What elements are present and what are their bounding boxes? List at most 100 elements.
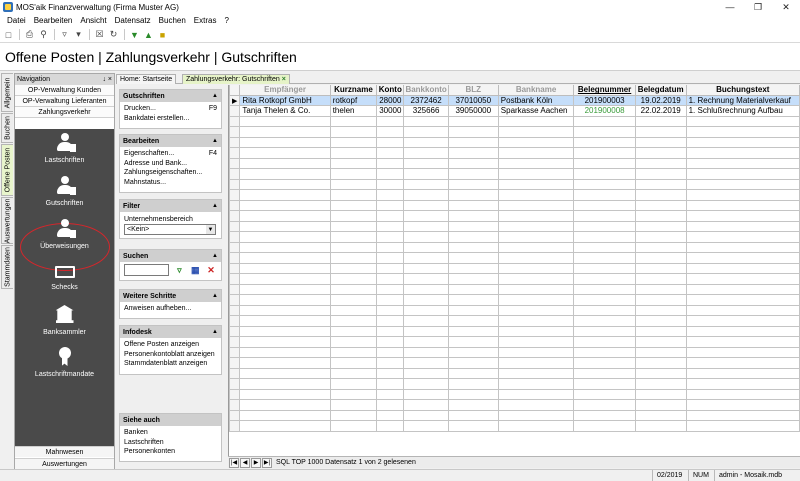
cell-bankname[interactable] <box>497 115 575 127</box>
table-row[interactable] <box>229 409 800 421</box>
cell-bankkonto[interactable]: 2372462 <box>403 94 449 106</box>
row-selector[interactable] <box>229 283 241 295</box>
table-row[interactable] <box>229 378 800 390</box>
cell-bankname[interactable] <box>497 262 575 274</box>
cell-bankkonto[interactable] <box>403 136 449 148</box>
cell-empfaenger[interactable] <box>239 378 331 390</box>
cell-konto[interactable] <box>376 241 405 253</box>
row-selector[interactable] <box>229 273 241 285</box>
col-konto[interactable]: Konto <box>376 85 405 96</box>
vtab-offene-posten[interactable]: Offene Posten <box>1 144 13 196</box>
table-row[interactable]: Tanja Thelen & Co. thelen 30000 325666 39050… <box>229 105 800 117</box>
cell-buchungstext[interactable] <box>685 325 800 337</box>
cell-bankname[interactable] <box>497 189 575 201</box>
nav-auswertungen[interactable]: Auswertungen <box>15 458 114 469</box>
menu-datei[interactable]: Datei <box>3 16 30 25</box>
cell-konto[interactable] <box>376 252 405 264</box>
table-row[interactable] <box>229 147 800 159</box>
cell-belegdatum[interactable] <box>634 294 687 306</box>
row-selector[interactable] <box>229 252 241 264</box>
lock-icon[interactable]: ■ <box>156 28 169 41</box>
cell-blz[interactable] <box>447 136 499 148</box>
table-row[interactable] <box>229 136 800 148</box>
cell-empfaenger[interactable]: Rita Rotkopf GmbH <box>239 94 331 106</box>
cell-bankname[interactable] <box>497 199 575 211</box>
cell-kurzname[interactable] <box>329 147 378 159</box>
cell-belegdatum[interactable] <box>634 168 687 180</box>
cell-belegdatum[interactable] <box>634 189 687 201</box>
cell-belegnummer[interactable] <box>573 115 636 127</box>
row-selector[interactable] <box>229 157 241 169</box>
cell-konto[interactable] <box>376 178 405 190</box>
cell-empfaenger[interactable] <box>239 220 331 232</box>
close-button[interactable]: ✕ <box>772 0 800 14</box>
menu-buchen[interactable]: Buchen <box>155 16 190 25</box>
cell-blz[interactable] <box>447 210 499 222</box>
row-selector[interactable] <box>229 420 241 432</box>
cell-belegdatum[interactable] <box>634 273 687 285</box>
cell-kurzname[interactable] <box>329 220 378 232</box>
cell-empfaenger[interactable] <box>239 304 331 316</box>
vtab-stammdaten[interactable]: Stammdaten <box>1 245 13 289</box>
cell-kurzname[interactable] <box>329 346 378 358</box>
cell-konto[interactable]: 30000 <box>376 105 405 117</box>
cell-bankname[interactable] <box>497 210 575 222</box>
cell-blz[interactable] <box>447 126 499 138</box>
cell-empfaenger[interactable] <box>239 399 331 411</box>
table-row[interactable] <box>229 199 800 211</box>
cell-belegdatum[interactable] <box>634 325 687 337</box>
cell-buchungstext[interactable] <box>685 231 800 243</box>
cell-buchungstext[interactable] <box>685 168 800 180</box>
cell-belegnummer[interactable] <box>573 220 636 232</box>
cell-belegdatum[interactable] <box>634 399 687 411</box>
cell-bankname[interactable] <box>497 357 575 369</box>
cell-buchungstext[interactable] <box>685 273 800 285</box>
vtab-auswertungen[interactable]: Auswertungen <box>1 197 13 244</box>
cell-empfaenger[interactable] <box>239 346 331 358</box>
cell-bankkonto[interactable] <box>403 199 449 211</box>
cell-blz[interactable] <box>447 420 499 432</box>
cell-belegdatum[interactable] <box>634 231 687 243</box>
nav-zahlungsverkehr[interactable]: Zahlungsverkehr <box>15 107 114 118</box>
cell-belegnummer[interactable] <box>573 168 636 180</box>
table-row[interactable] <box>229 168 800 180</box>
row-selector[interactable] <box>229 336 241 348</box>
cell-belegdatum[interactable] <box>634 252 687 264</box>
cell-konto[interactable] <box>376 273 405 285</box>
cell-buchungstext[interactable]: 1. Rechnung Materialverkauf <box>685 94 800 106</box>
task-bankdatei[interactable]: Bankdatei erstellen... <box>124 114 217 124</box>
cell-buchungstext[interactable] <box>685 157 800 169</box>
row-selector[interactable] <box>229 115 241 127</box>
cell-empfaenger[interactable] <box>239 367 331 379</box>
cell-buchungstext[interactable] <box>685 147 800 159</box>
cell-belegnummer[interactable] <box>573 367 636 379</box>
cell-konto[interactable] <box>376 210 405 222</box>
cell-buchungstext[interactable] <box>685 346 800 358</box>
previous-record-icon[interactable]: ◀ <box>240 457 250 468</box>
cell-empfaenger[interactable] <box>239 168 331 180</box>
cell-bankname[interactable] <box>497 252 575 264</box>
first-record-icon[interactable]: |◀ <box>229 457 239 468</box>
table-row[interactable] <box>229 231 800 243</box>
row-selector[interactable] <box>229 346 241 358</box>
row-selector[interactable] <box>229 357 241 369</box>
cell-buchungstext[interactable] <box>685 178 800 190</box>
cell-belegnummer[interactable] <box>573 199 636 211</box>
cell-konto[interactable] <box>376 388 405 400</box>
cell-konto[interactable] <box>376 136 405 148</box>
cell-bankkonto[interactable] <box>403 294 449 306</box>
cell-bankkonto[interactable] <box>403 262 449 274</box>
cell-kurzname[interactable] <box>329 378 378 390</box>
cell-bankkonto[interactable] <box>403 189 449 201</box>
cell-bankname[interactable] <box>497 388 575 400</box>
cell-bankkonto[interactable] <box>403 220 449 232</box>
cell-belegdatum[interactable] <box>634 336 687 348</box>
cell-bankkonto[interactable] <box>403 409 449 421</box>
cell-konto[interactable] <box>376 367 405 379</box>
task-drucken[interactable]: Drucken... F9 <box>124 104 217 114</box>
link-banken[interactable]: Banken <box>124 428 217 438</box>
table-row[interactable]: ▶ Rita Rotkopf GmbH rotkopf 28000 2372462 370… <box>229 94 800 106</box>
row-selector[interactable] <box>229 126 241 138</box>
print-icon[interactable]: ⎙ <box>23 28 36 41</box>
cell-kurzname[interactable] <box>329 157 378 169</box>
